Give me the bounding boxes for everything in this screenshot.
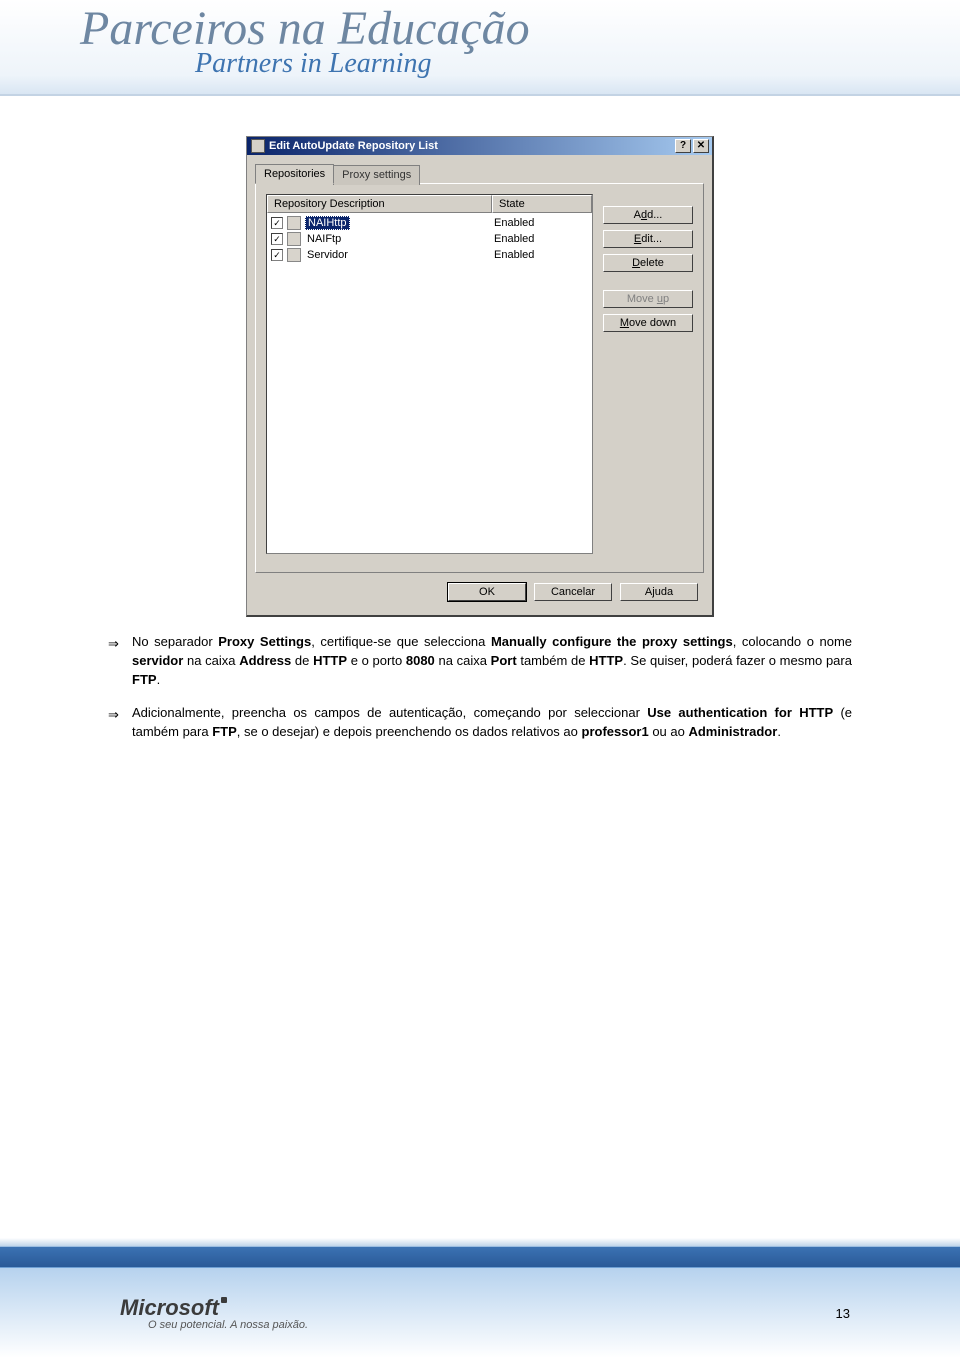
- repo-icon: [287, 216, 301, 230]
- repo-icon: [287, 248, 301, 262]
- bullet-arrow-icon: ⇒: [108, 706, 119, 725]
- delete-button[interactable]: Delete: [603, 254, 693, 272]
- repo-name: Servidor: [305, 249, 350, 261]
- repo-icon: [287, 232, 301, 246]
- list-item[interactable]: ✓ NAIFtp Enabled: [267, 231, 592, 247]
- close-button[interactable]: ✕: [693, 139, 709, 153]
- repo-name: NAIFtp: [305, 233, 343, 245]
- edit-button[interactable]: Edit...: [603, 230, 693, 248]
- list-header: Repository Description State: [267, 195, 592, 213]
- paragraph-1: ⇒ No separador Proxy Settings, certifiqu…: [132, 633, 852, 690]
- page-number: 13: [836, 1306, 850, 1321]
- dialog-container: Edit AutoUpdate Repository List ? ✕ Repo…: [0, 136, 960, 617]
- header-banner: Parceiros na Educação Partners in Learni…: [0, 0, 960, 96]
- tab-proxy-settings[interactable]: Proxy settings: [333, 165, 420, 185]
- dialog-edit-repository-list: Edit AutoUpdate Repository List ? ✕ Repo…: [246, 136, 714, 617]
- cancel-button[interactable]: Cancelar: [534, 583, 612, 601]
- checkbox-icon[interactable]: ✓: [271, 217, 283, 229]
- tab-panel: Repository Description State ✓ NAIHttp E…: [255, 183, 704, 573]
- repo-name: NAIHttp: [305, 216, 350, 230]
- tab-repositories[interactable]: Repositories: [255, 164, 334, 184]
- bullet-arrow-icon: ⇒: [108, 635, 119, 654]
- help-button[interactable]: ?: [675, 139, 691, 153]
- move-down-button[interactable]: Move down: [603, 314, 693, 332]
- repo-state: Enabled: [488, 249, 588, 261]
- ok-button[interactable]: OK: [448, 583, 526, 601]
- microsoft-logo: Microsoft: [120, 1295, 308, 1321]
- document-body-text: ⇒ No separador Proxy Settings, certifiqu…: [0, 617, 960, 741]
- checkbox-icon[interactable]: ✓: [271, 233, 283, 245]
- col-description[interactable]: Repository Description: [267, 195, 492, 213]
- paragraph-2: ⇒ Adicionalmente, preencha os campos de …: [132, 704, 852, 742]
- microsoft-logo-block: Microsoft O seu potencial. A nossa paixã…: [120, 1295, 308, 1331]
- tab-strip: Repositories Proxy settings: [255, 163, 704, 183]
- help-dialog-button[interactable]: Ajuda: [620, 583, 698, 601]
- dialog-icon: [251, 139, 265, 153]
- move-up-button: Move up: [603, 290, 693, 308]
- list-item[interactable]: ✓ NAIHttp Enabled: [267, 215, 592, 231]
- header-subtitle: Partners in Learning: [195, 48, 960, 80]
- dialog-bottom-buttons: OK Cancelar Ajuda: [255, 573, 704, 605]
- header-title: Parceiros na Educação: [80, 4, 960, 54]
- side-button-group: Add... Edit... Delete Move up Move down: [603, 194, 693, 554]
- repo-state: Enabled: [488, 233, 588, 245]
- dialog-title: Edit AutoUpdate Repository List: [269, 140, 438, 152]
- add-button[interactable]: Add...: [603, 206, 693, 224]
- repo-state: Enabled: [488, 217, 588, 229]
- col-state[interactable]: State: [492, 195, 592, 213]
- dialog-titlebar[interactable]: Edit AutoUpdate Repository List ? ✕: [247, 137, 712, 155]
- list-item[interactable]: ✓ Servidor Enabled: [267, 247, 592, 263]
- repository-list[interactable]: Repository Description State ✓ NAIHttp E…: [266, 194, 593, 554]
- page-footer: Microsoft O seu potencial. A nossa paixã…: [0, 1238, 960, 1358]
- checkbox-icon[interactable]: ✓: [271, 249, 283, 261]
